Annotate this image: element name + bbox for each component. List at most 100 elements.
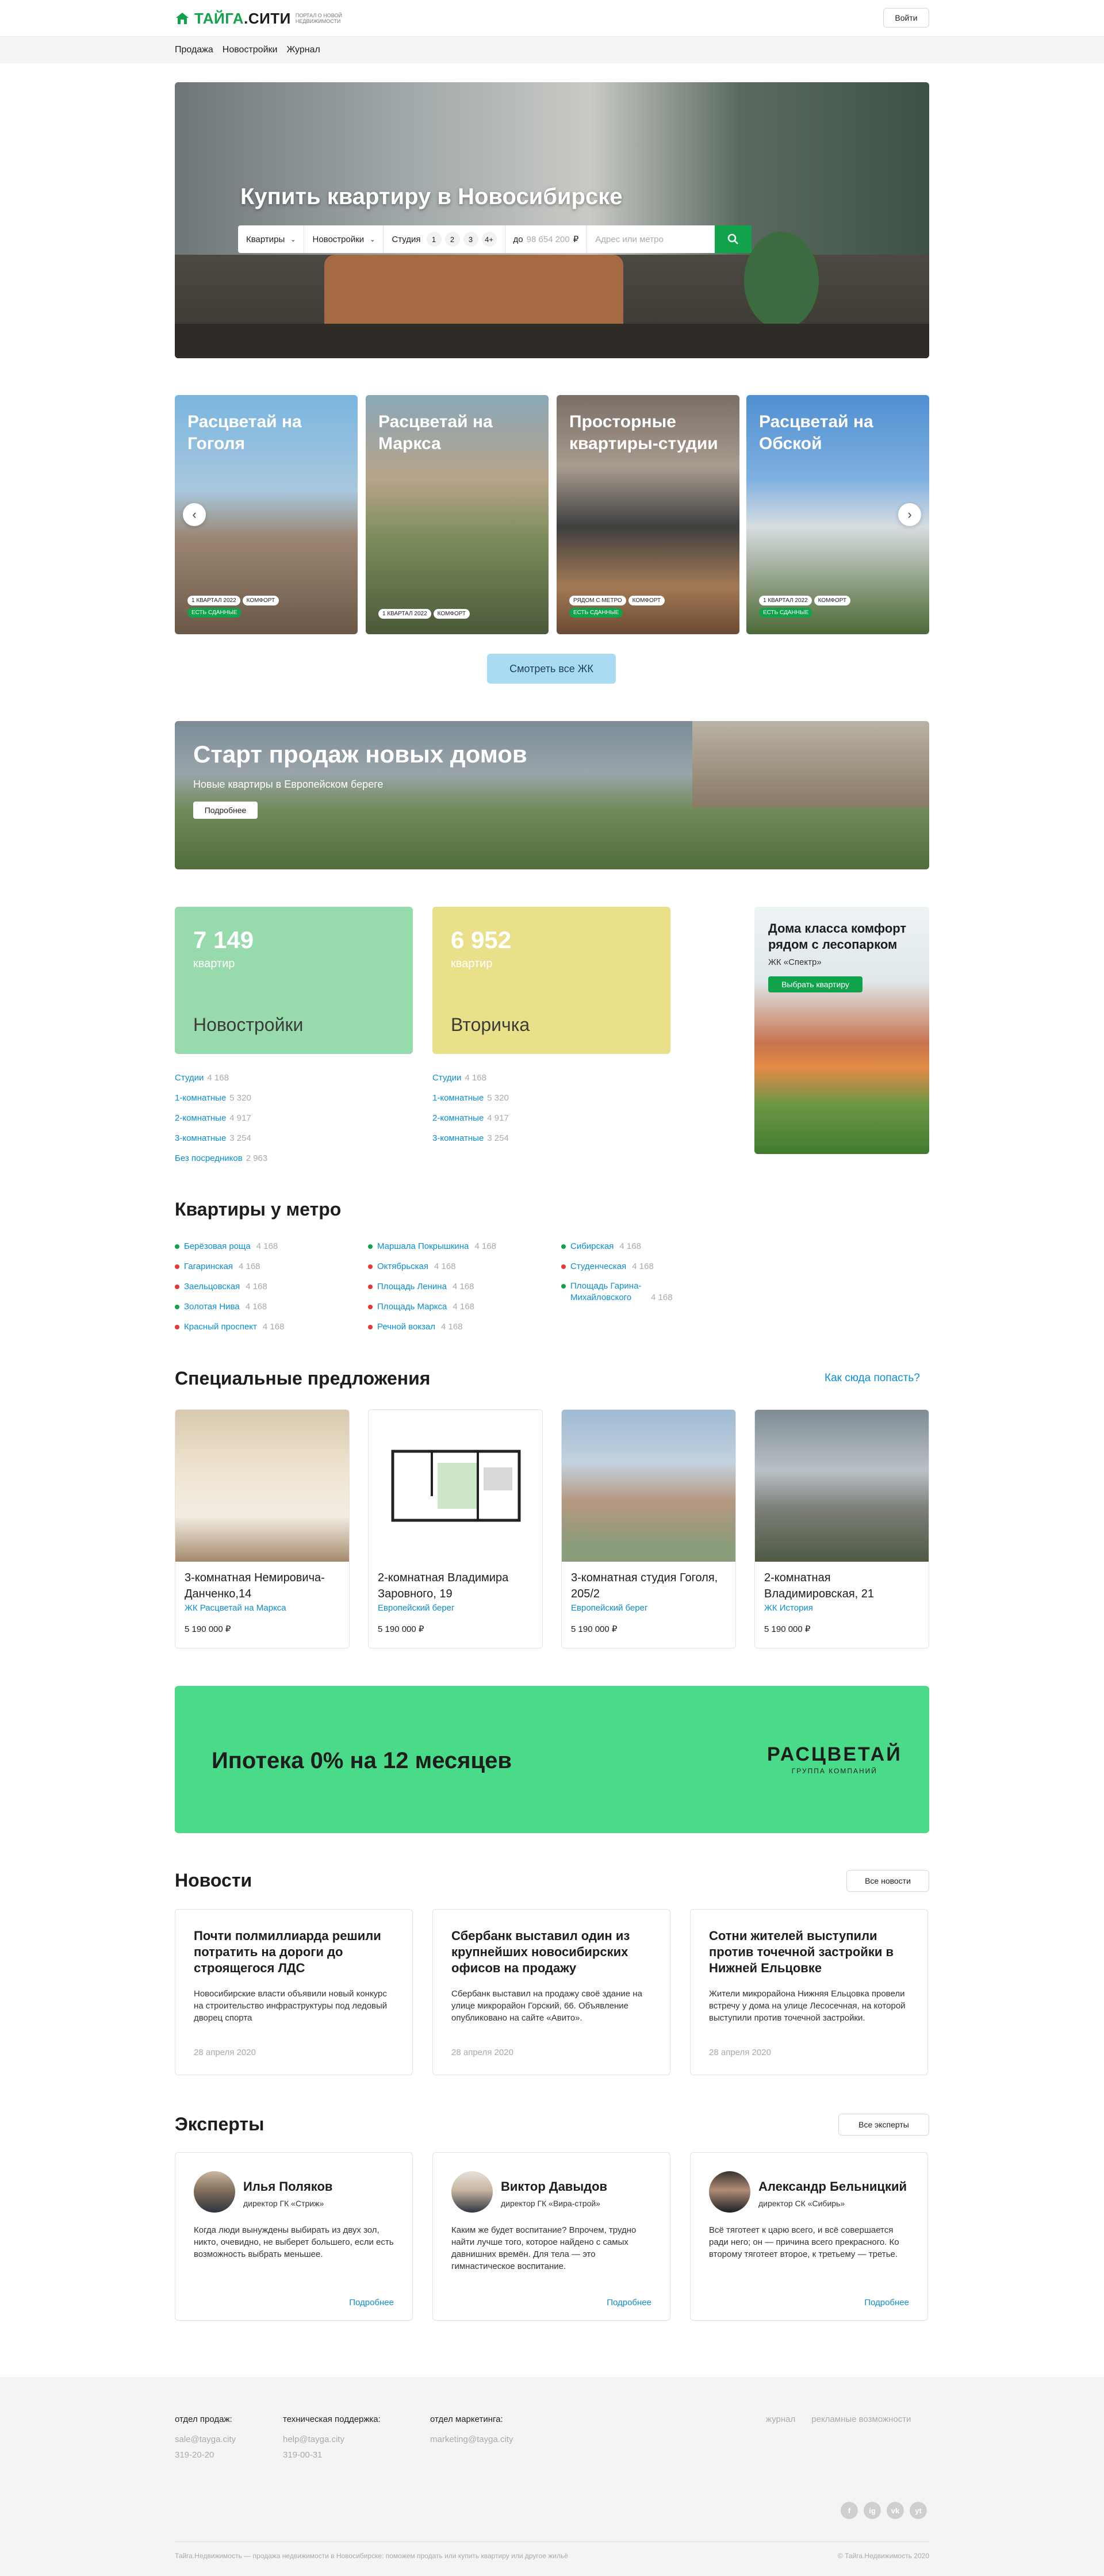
promo-button[interactable]: Выбрать квартиру <box>768 976 862 992</box>
tag: ЕСТЬ СДАННЫЕ <box>569 608 623 618</box>
offer-complex-link[interactable]: ЖК Расцветай на Маркса <box>185 1603 286 1613</box>
offer-complex-link[interactable]: Европейский берег <box>378 1603 454 1613</box>
news-date: 28 апреля 2020 <box>194 2048 256 2057</box>
new-rooms-list: Студии 4 168 1-комнатные 5 320 2-комнатные… <box>175 1068 267 1168</box>
news-title: Сотни жителей выступили против точечной … <box>709 1929 894 1975</box>
see-all-complexes-button[interactable]: Смотреть все ЖК <box>487 654 616 684</box>
footer-link-ads[interactable]: рекламные возможности <box>811 2409 911 2429</box>
logo-text: ТАЙГА.СИТИ <box>194 9 291 27</box>
footer-email[interactable]: marketing@tayga.city <box>430 2429 513 2450</box>
youtube-icon[interactable]: yt <box>910 2502 927 2519</box>
expert-card[interactable]: Илья Поляков директор ГК «Стриж» Когда л… <box>175 2152 413 2321</box>
stat-count: 7 149 <box>193 926 254 953</box>
rooms-1[interactable]: 1 <box>426 232 442 247</box>
price-field[interactable]: до 98 654 200 ₽ <box>505 225 588 253</box>
tag: 1 КВАРТАЛ 2022 <box>187 596 240 605</box>
stat-card-secondary[interactable]: 6 952 квартир Вторичка <box>432 907 670 1054</box>
offer-complex-link[interactable]: ЖК История <box>764 1603 813 1613</box>
hero-floor <box>175 324 929 358</box>
expert-role: директор ГК «Стриж» <box>243 2199 324 2208</box>
metro-item: Берёзовая роща 4 168 <box>175 1236 284 1256</box>
instagram-icon[interactable]: ig <box>864 2502 881 2519</box>
brand-logo-text: РАСЦВЕТАЙ <box>767 1743 902 1765</box>
brand-logo: РАСЦВЕТАЙ ГРУППА КОМПАНИЙ <box>767 1743 902 1775</box>
news-card[interactable]: Почти полмиллиарда решили потратить на д… <box>175 1909 413 2075</box>
subnav-item-journal[interactable]: Журнал <box>286 45 320 55</box>
facebook-icon[interactable]: f <box>841 2502 858 2519</box>
news-card[interactable]: Сбербанк выставил один из крупнейших нов… <box>432 1909 670 2075</box>
tag: КОМФОРТ <box>814 596 851 605</box>
new-homes-banner[interactable]: Старт продаж новых домов Новые квартиры … <box>175 721 929 869</box>
list-item: Студии 4 168 <box>175 1073 229 1083</box>
complex-card-tags: 1 КВАРТАЛ 2022 КОМФОРТ <box>378 608 472 619</box>
subnav <box>0 37 1104 63</box>
offer-card[interactable]: 2-комнатная Владимировская, 21 ЖК Истори… <box>754 1409 929 1649</box>
metro-item: Площадь Маркса 4 168 <box>368 1297 496 1317</box>
login-button[interactable]: Войти <box>883 8 929 28</box>
expert-more-link[interactable]: Подробнее <box>607 2298 651 2307</box>
subnav-item-sale[interactable]: Продажа <box>175 45 213 55</box>
promo-card[interactable]: Дома класса комфорт рядом с лесопарком Ж… <box>754 907 929 1154</box>
footer-marketing: отдел маркетинга: marketing@tayga.city <box>430 2409 513 2450</box>
expert-card[interactable]: Виктор Давыдов директор ГК «Вира-строй» … <box>432 2152 670 2321</box>
footer-sales: отдел продаж: sale@tayga.city 319-20-20 <box>175 2409 236 2465</box>
subnav-item-newbuildings[interactable]: Новостройки <box>223 45 278 55</box>
complex-card[interactable]: Расцветай на Маркса 1 КВАРТАЛ 2022 КОМФОР… <box>366 395 549 634</box>
news-card[interactable]: Сотни жителей выступили против точечной … <box>690 1909 928 2075</box>
footer <box>0 2377 1104 2576</box>
type-select[interactable]: Квартиры ⌄ <box>238 225 305 253</box>
metro-item: Гагаринская 4 168 <box>175 1256 284 1276</box>
logo-subtitle: ПОРТАЛ О НОВОЙ НЕДВИЖИМОСТИ <box>295 13 342 24</box>
offer-complex-link[interactable]: Европейский берег <box>571 1603 647 1613</box>
search-button[interactable] <box>715 225 752 253</box>
stat-unit: квартир <box>451 957 493 970</box>
carousel-next-button[interactable]: › <box>898 503 921 526</box>
offers-help-link[interactable]: Как сюда попасть? <box>825 1372 920 1385</box>
metro-line-dot <box>368 1264 373 1270</box>
tag: 1 КВАРТАЛ 2022 <box>759 596 812 605</box>
expert-card[interactable]: Александр Бельницкий директор СК «Сибирь… <box>690 2152 928 2321</box>
list-item: 1-комнатные 5 320 <box>175 1093 251 1103</box>
stat-card-new[interactable]: 7 149 квартир Новостройки <box>175 907 413 1054</box>
expert-more-link[interactable]: Подробнее <box>864 2298 909 2307</box>
vk-icon[interactable]: vk <box>887 2502 904 2519</box>
offer-price: 5 190 000 ₽ <box>764 1624 811 1634</box>
metro-item: Речной вокзал 4 168 <box>368 1317 496 1337</box>
mortgage-banner[interactable]: Ипотека 0% на 12 месяцев РАСЦВЕТАЙ ГРУППА… <box>175 1686 929 1833</box>
metro-line-dot <box>175 1305 179 1310</box>
banner-more-button[interactable]: Подробнее <box>193 802 258 819</box>
metro-column: Берёзовая роща 4 168 Гагаринская 4 168 Зае… <box>175 1236 284 1337</box>
all-news-button[interactable]: Все новости <box>846 1870 929 1892</box>
metro-line-dot <box>175 1325 179 1330</box>
offer-card[interactable]: 3-комнатная Немировича-Данченко,14 ЖК Ра… <box>175 1409 350 1649</box>
footer-copyright: © Тайга.Недвижимость 2020 <box>837 2552 929 2560</box>
logo[interactable]: ТАЙГА.СИТИ ПОРТАЛ О НОВОЙ НЕДВИЖИМОСТИ <box>175 9 347 27</box>
offer-title: 2-комнатная Владимировская, 21 <box>764 1571 875 1600</box>
address-input[interactable]: Адрес или метро <box>587 225 715 253</box>
price-currency: ₽ <box>573 235 579 244</box>
offer-title: 3-комнатная Немировича-Данченко,14 <box>185 1571 325 1600</box>
kind-select[interactable]: Новостройки ⌄ <box>304 225 384 253</box>
rooms-4plus[interactable]: 4+ <box>481 232 497 247</box>
carousel-prev-button[interactable]: ‹ <box>183 503 206 526</box>
metro-line-dot <box>175 1285 179 1290</box>
expert-name: Илья Поляков <box>243 2179 333 2194</box>
expert-name: Виктор Давыдов <box>501 2179 608 2194</box>
all-experts-button[interactable]: Все эксперты <box>838 2114 929 2136</box>
expert-quote: Всё тяготеет к царю всего, и всё соверша… <box>709 2225 899 2259</box>
experts-title: Эксперты <box>175 2114 264 2134</box>
list-item: 2-комнатные 4 917 <box>175 1113 251 1123</box>
metro-title: Квартиры у метро <box>175 1199 342 1220</box>
expert-more-link[interactable]: Подробнее <box>349 2298 394 2307</box>
offer-card[interactable]: 3-комнатная студия Гоголя, 205/2 Европей… <box>561 1409 736 1649</box>
rooms-studio[interactable]: Студия <box>392 235 420 244</box>
price-input[interactable]: 98 654 200 <box>527 235 570 244</box>
expert-role: директор СК «Сибирь» <box>758 2199 845 2208</box>
footer-link-journal[interactable]: журнал <box>766 2409 795 2429</box>
complex-card[interactable]: Просторные квартиры-студии РЯДОМ С МЕТРО… <box>557 395 739 634</box>
offer-card[interactable]: 2-комнатная Владимира Заровного, 19 Евро… <box>368 1409 543 1649</box>
metro-item: Площадь Ленина 4 168 <box>368 1276 496 1297</box>
rooms-2[interactable]: 2 <box>444 232 460 247</box>
rooms-3[interactable]: 3 <box>463 232 478 247</box>
metro-item: Красный проспект 4 168 <box>175 1317 284 1337</box>
